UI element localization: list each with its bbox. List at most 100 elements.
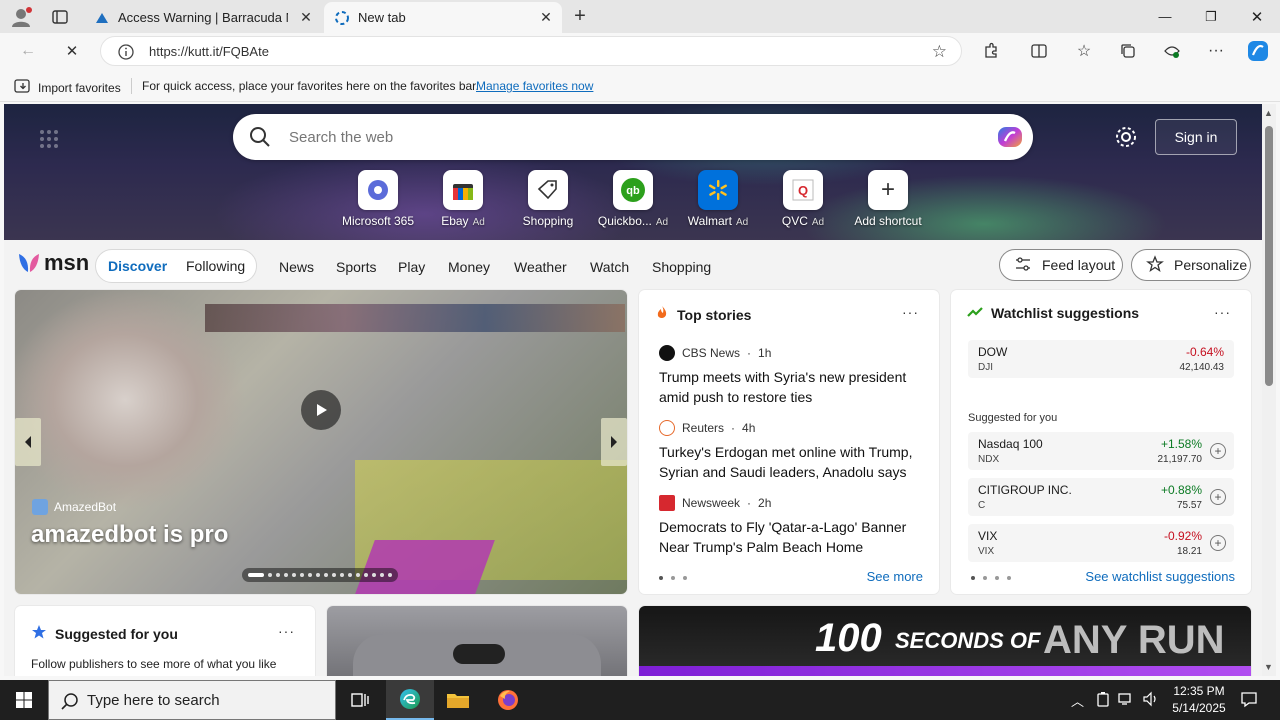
product-image-card[interactable] [327, 606, 627, 676]
browser-essentials-icon[interactable] [1160, 39, 1184, 63]
extensions-icon[interactable] [979, 39, 1003, 63]
see-watchlist-suggestions-link[interactable]: See watchlist suggestions [1085, 569, 1235, 584]
battery-icon[interactable] [1096, 691, 1110, 710]
tab-actions-icon[interactable] [50, 8, 70, 26]
info-icon[interactable] [117, 43, 135, 66]
shortcut-shopping[interactable]: Shopping [508, 170, 588, 234]
shortcut-microsoft-365[interactable]: Microsoft 365 [338, 170, 418, 234]
volume-icon[interactable] [1142, 691, 1160, 710]
next-arrow-icon[interactable] [601, 418, 627, 466]
carousel-dot[interactable] [292, 573, 296, 577]
add-to-watchlist-icon[interactable]: + [1210, 443, 1226, 459]
tab-new-tab[interactable]: New tab ✕ [324, 2, 562, 33]
carousel-dot[interactable] [300, 573, 304, 577]
nav-weather[interactable]: Weather [514, 259, 567, 275]
featured-video-card[interactable]: AmazedBot amazedbot is pro [15, 290, 627, 594]
task-view-icon[interactable] [336, 680, 384, 720]
scroll-up-icon[interactable]: ▲ [1264, 108, 1273, 118]
carousel-dot[interactable] [284, 573, 288, 577]
nav-watch[interactable]: Watch [590, 259, 629, 275]
favorite-star-icon[interactable]: ☆ [932, 42, 947, 62]
notifications-icon[interactable] [1240, 690, 1258, 711]
app-launcher-icon[interactable] [38, 128, 60, 150]
page-dot[interactable] [983, 576, 987, 580]
carousel-dot[interactable] [276, 573, 280, 577]
nav-money[interactable]: Money [448, 259, 490, 275]
taskbar-clock[interactable]: 12:35 PM 5/14/2025 [1166, 683, 1232, 717]
msn-logo[interactable]: msn [16, 250, 89, 276]
close-window-icon[interactable]: ✕ [1234, 0, 1280, 33]
collections-icon[interactable] [1116, 39, 1140, 63]
split-screen-icon[interactable] [1027, 39, 1051, 63]
address-bar[interactable]: https://kutt.it/FQBAte ☆ [100, 36, 962, 66]
carousel-dot[interactable] [316, 573, 320, 577]
network-icon[interactable] [1118, 691, 1134, 710]
add-to-watchlist-icon[interactable]: + [1210, 489, 1226, 505]
tab-discover[interactable]: Discover [108, 258, 167, 274]
story-headline[interactable]: Turkey's Erdogan met online with Trump, … [659, 442, 929, 482]
carousel-dot[interactable] [268, 573, 272, 577]
nav-play[interactable]: Play [398, 259, 425, 275]
settings-more-icon[interactable]: ··· [1204, 39, 1228, 63]
web-search-box[interactable]: Search the web [233, 114, 1033, 160]
carousel-dot[interactable] [388, 573, 392, 577]
carousel-dot[interactable] [340, 573, 344, 577]
shortcut-walmart[interactable]: Walmart Ad [678, 170, 758, 234]
story-headline[interactable]: Trump meets with Syria's new president a… [659, 367, 929, 407]
nav-shopping[interactable]: Shopping [652, 259, 711, 275]
sign-in-button[interactable]: Sign in [1155, 119, 1237, 155]
tab-access-warning[interactable]: Access Warning | Barracuda Netw ✕ [84, 2, 322, 33]
scrollbar-thumb[interactable] [1265, 126, 1273, 386]
page-dot[interactable] [683, 576, 687, 580]
nav-sports[interactable]: Sports [336, 259, 376, 275]
story-item[interactable]: CBS News · 1h Trump meets with Syria's new… [659, 345, 929, 407]
carousel-dot[interactable] [324, 573, 328, 577]
carousel-dot[interactable] [356, 573, 360, 577]
favorites-icon[interactable]: ☆ [1072, 39, 1096, 63]
add-to-watchlist-icon[interactable]: + [1210, 535, 1226, 551]
carousel-dot[interactable] [248, 573, 264, 577]
stop-loading-icon[interactable]: ✕ [60, 39, 84, 63]
import-favorites-button[interactable]: Import favorites [14, 78, 121, 97]
video-title[interactable]: amazedbot is pro [31, 521, 228, 549]
page-scrollbar[interactable]: ▲ ▼ [1262, 104, 1276, 676]
story-item[interactable]: Newsweek · 2h Democrats to Fly 'Qatar-a-La… [659, 495, 929, 557]
carousel-dot[interactable] [348, 573, 352, 577]
shortcut-quickbooks[interactable]: qb Quickbo... Ad [593, 170, 673, 234]
quote-row[interactable]: Nasdaq 100 NDX +1.58% 21,197.70 + [968, 432, 1234, 470]
firefox-icon[interactable] [484, 680, 532, 720]
manage-favorites-link[interactable]: Manage favorites now [476, 79, 593, 93]
back-icon[interactable]: ← [16, 39, 40, 63]
show-hidden-icons-icon[interactable]: ︿ [1071, 691, 1084, 710]
quote-row[interactable]: VIX VIX -0.92% 18.21 + [968, 524, 1234, 562]
see-more-link[interactable]: See more [867, 569, 923, 584]
more-options-icon[interactable]: ··· [278, 623, 295, 639]
nav-news[interactable]: News [279, 259, 314, 275]
more-options-icon[interactable]: ··· [902, 304, 919, 320]
page-dot[interactable] [971, 576, 975, 580]
close-tab-icon[interactable]: ✕ [538, 9, 554, 25]
previous-arrow-icon[interactable] [15, 418, 41, 466]
story-item[interactable]: Reuters · 4h Turkey's Erdogan met online w… [659, 420, 929, 482]
carousel-dot[interactable] [308, 573, 312, 577]
shortcut-qvc[interactable]: Q QVC Ad [763, 170, 843, 234]
promo-banner-card[interactable]: 100 SECONDS OF ANY RUN [639, 606, 1251, 676]
edge-taskbar-icon[interactable] [386, 680, 434, 720]
quote-row[interactable]: CITIGROUP INC. C +0.88% 75.57 + [968, 478, 1234, 516]
copilot-icon[interactable] [1245, 38, 1271, 64]
play-button-icon[interactable] [301, 390, 341, 430]
feed-layout-button[interactable]: Feed layout [999, 249, 1123, 281]
tab-following[interactable]: Following [186, 258, 245, 274]
url-text[interactable]: https://kutt.it/FQBAte [149, 44, 269, 59]
page-dot[interactable] [995, 576, 999, 580]
carousel-dot[interactable] [372, 573, 376, 577]
restore-icon[interactable]: ❐ [1188, 0, 1234, 33]
quote-row-dow[interactable]: DOW DJI -0.64% 42,140.43 [968, 340, 1234, 378]
taskbar-search-box[interactable]: Type here to search [48, 680, 336, 720]
copilot-icon[interactable] [995, 122, 1025, 152]
page-settings-gear-icon[interactable] [1114, 125, 1138, 149]
new-tab-icon[interactable]: + [569, 5, 591, 27]
personalize-button[interactable]: Personalize [1131, 249, 1251, 281]
story-headline[interactable]: Democrats to Fly 'Qatar-a-Lago' Banner N… [659, 517, 929, 557]
minimize-icon[interactable]: — [1142, 0, 1188, 33]
